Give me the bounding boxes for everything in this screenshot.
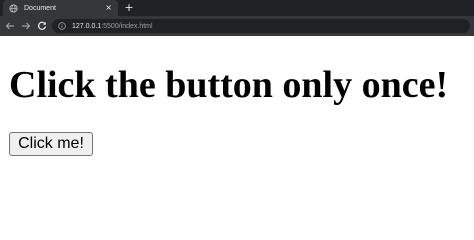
arrow-left-icon[interactable] [4, 20, 16, 32]
reload-icon[interactable] [36, 20, 48, 32]
tab-title: Document [24, 4, 56, 12]
click-me-button[interactable]: Click me! [9, 132, 93, 156]
address-bar[interactable]: 127.0.0.1:5500/index.html [52, 19, 470, 33]
page-heading: Click the button only once! [9, 64, 449, 106]
globe-icon [9, 3, 18, 13]
page-content: Click the button only once! Click me! [0, 36, 474, 201]
tab-document[interactable]: Document × [3, 0, 118, 16]
info-icon[interactable] [58, 22, 66, 30]
arrow-right-icon[interactable] [20, 20, 32, 32]
tab-strip: Document × + [0, 0, 474, 16]
close-icon[interactable]: × [105, 4, 112, 12]
browser-window: Document × + 127.0.0.1:5500/index.html C… [0, 0, 474, 201]
browser-toolbar: 127.0.0.1:5500/index.html [0, 16, 474, 36]
url-path: :5500/index.html [101, 22, 153, 30]
new-tab-button[interactable]: + [122, 1, 136, 15]
url-host: 127.0.0.1 [72, 22, 102, 30]
url-text: 127.0.0.1:5500/index.html [72, 23, 153, 30]
